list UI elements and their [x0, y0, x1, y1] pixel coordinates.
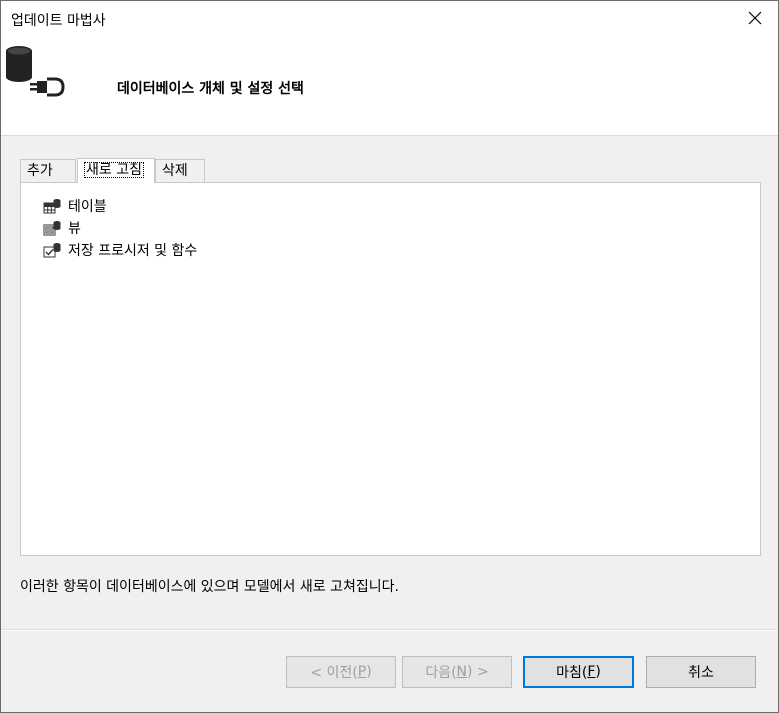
finish-button-prefix: 마침(: [556, 665, 588, 681]
tree-item-label: 뷰: [68, 221, 81, 237]
update-wizard-window: 업데이트 마법사 데이터베이스 개체 및 설정 선택 추가 새로 고침 삭제 테…: [0, 0, 779, 713]
next-button-prefix: 다음(: [425, 665, 457, 681]
tree-item-label: 저장 프로시저 및 함수: [68, 243, 198, 259]
previous-button[interactable]: < 이전(P): [286, 656, 396, 688]
tab-delete[interactable]: 삭제: [155, 159, 205, 182]
finish-button-suffix: ): [595, 664, 601, 680]
view-icon: [43, 221, 61, 236]
tab-delete-label: 삭제: [162, 163, 188, 179]
window-title: 업데이트 마법사: [11, 13, 106, 29]
finish-button-accesskey: F: [587, 664, 596, 680]
tree-item-tables[interactable]: 테이블: [43, 195, 197, 217]
previous-button-prefix: < 이전(: [310, 665, 358, 681]
description-text: 이러한 항목이 데이터베이스에 있으며 모델에서 새로 고쳐집니다.: [20, 579, 399, 595]
title-bar: 업데이트 마법사: [1, 1, 778, 35]
tree-item-views[interactable]: 뷰: [43, 217, 197, 239]
refresh-tree-panel: 테이블 뷰 저장 프로시저 및 함수: [20, 182, 761, 556]
wizard-header: 데이터베이스 개체 및 설정 선택: [1, 35, 778, 136]
close-icon: [748, 11, 762, 25]
next-button[interactable]: 다음(N) >: [402, 656, 512, 688]
tab-refresh-label: 새로 고침: [84, 162, 144, 178]
object-tree: 테이블 뷰 저장 프로시저 및 함수: [43, 195, 197, 261]
page-title: 데이터베이스 개체 및 설정 선택: [117, 81, 304, 97]
footer-divider-highlight: [1, 630, 778, 631]
tab-refresh[interactable]: 새로 고침: [77, 158, 155, 183]
tree-item-stored-procedures[interactable]: 저장 프로시저 및 함수: [43, 239, 197, 261]
table-icon: [43, 199, 61, 214]
previous-button-accesskey: P: [357, 664, 367, 680]
next-button-accesskey: N: [456, 664, 468, 680]
tab-add[interactable]: 추가: [20, 159, 76, 182]
previous-button-suffix: ): [366, 664, 372, 680]
close-button[interactable]: [732, 1, 778, 35]
stored-procedure-icon: [43, 243, 61, 258]
database-connect-icon: [6, 46, 65, 97]
tab-add-label: 추가: [27, 163, 53, 179]
next-button-suffix: ) >: [467, 664, 489, 680]
cancel-button[interactable]: 취소: [646, 656, 756, 688]
tree-item-label: 테이블: [68, 199, 107, 215]
finish-button[interactable]: 마침(F): [523, 656, 634, 688]
